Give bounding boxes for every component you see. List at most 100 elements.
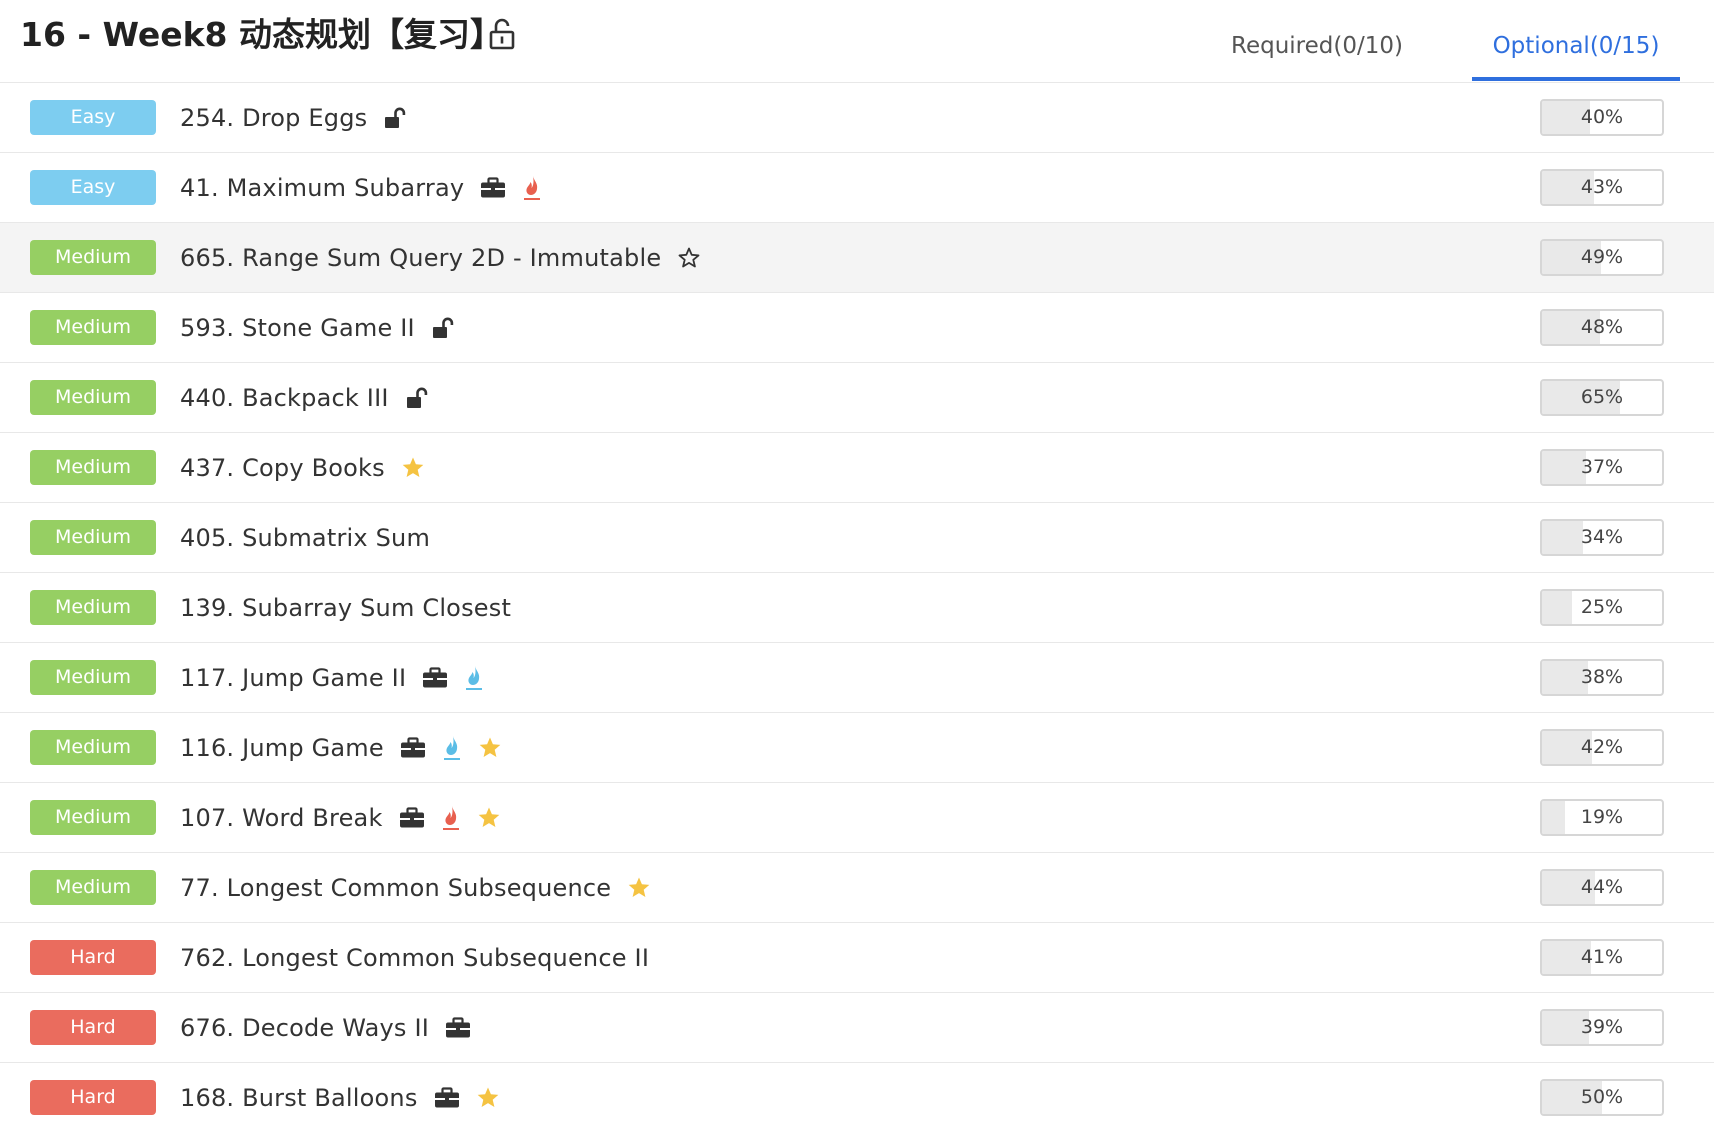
problem-row[interactable]: Easy 254. Drop Eggs 40% — [0, 83, 1714, 153]
problem-row[interactable]: Hard 762. Longest Common Subsequence II 41… — [0, 923, 1714, 993]
problem-title-group: 116. Jump Game — [180, 713, 502, 783]
flame-blue-icon — [442, 733, 462, 763]
problem-title-group: 107. Word Break — [180, 783, 501, 853]
problem-title-group: 254. Drop Eggs — [180, 83, 407, 153]
difficulty-badge: Medium — [30, 730, 156, 765]
difficulty-badge: Medium — [30, 590, 156, 625]
problem-title-link[interactable]: 254. Drop Eggs — [180, 104, 367, 132]
page-title: 16 - Week8 动态规划【复习】 — [20, 15, 503, 54]
acceptance-rate-label: 38% — [1580, 666, 1624, 688]
acceptance-rate-label: 41% — [1580, 946, 1624, 968]
page: 16 - Week8 动态规划【复习】 Required(0/10) Optio… — [0, 0, 1714, 1132]
problem-title-group: 41. Maximum Subarray — [180, 153, 542, 223]
difficulty-badge: Medium — [30, 800, 156, 835]
difficulty-badge: Easy — [30, 100, 156, 135]
difficulty-badge: Medium — [30, 520, 156, 555]
problem-title-link[interactable]: 405. Submatrix Sum — [180, 524, 430, 552]
acceptance-rate-label: 40% — [1580, 106, 1624, 128]
problem-title-group: 437. Copy Books — [180, 433, 425, 503]
problem-row[interactable]: Medium 139. Subarray Sum Closest 25% — [0, 573, 1714, 643]
active-tab-indicator — [1472, 77, 1680, 81]
problem-title-link[interactable]: 762. Longest Common Subsequence II — [180, 944, 649, 972]
star-filled-icon — [476, 1083, 500, 1113]
problem-title-link[interactable]: 77. Longest Common Subsequence — [180, 874, 611, 902]
briefcase-icon — [445, 1013, 471, 1043]
acceptance-rate-bar: 19% — [1540, 799, 1664, 836]
acceptance-rate-bar: 34% — [1540, 519, 1664, 556]
tab-optional[interactable]: Optional(0/15) — [1472, 14, 1680, 81]
acceptance-rate-bar: 40% — [1540, 99, 1664, 136]
problem-row[interactable]: Medium 665. Range Sum Query 2D - Immutabl… — [0, 223, 1714, 293]
problem-row[interactable]: Medium 437. Copy Books 37% — [0, 433, 1714, 503]
acceptance-rate-label: 42% — [1580, 736, 1624, 758]
flame-red-icon — [441, 803, 461, 833]
unlock-icon — [431, 313, 455, 343]
problem-title-link[interactable]: 676. Decode Ways II — [180, 1014, 429, 1042]
problem-list: Easy 254. Drop Eggs 40% Easy 41. Maximum Sub… — [0, 83, 1714, 1132]
acceptance-rate-bar: 43% — [1540, 169, 1664, 206]
tab-optional-label: Optional(0/15) — [1492, 33, 1660, 59]
problem-title-group: 405. Submatrix Sum — [180, 503, 430, 573]
problem-row[interactable]: Hard 676. Decode Ways II 39% — [0, 993, 1714, 1063]
problem-title-group: 593. Stone Game II — [180, 293, 455, 363]
problem-title-link[interactable]: 139. Subarray Sum Closest — [180, 594, 511, 622]
acceptance-rate-label: 19% — [1580, 806, 1624, 828]
problem-row[interactable]: Medium 107. Word Break 19% — [0, 783, 1714, 853]
flame-red-icon — [522, 173, 542, 203]
briefcase-icon — [422, 663, 448, 693]
problem-title-link[interactable]: 168. Burst Balloons — [180, 1084, 418, 1112]
acceptance-rate-label: 25% — [1580, 596, 1624, 618]
star-filled-icon — [477, 803, 501, 833]
star-filled-icon — [478, 733, 502, 763]
difficulty-badge: Hard — [30, 940, 156, 975]
problem-title-link[interactable]: 117. Jump Game II — [180, 664, 406, 692]
problem-title-link[interactable]: 665. Range Sum Query 2D - Immutable — [180, 244, 661, 272]
problem-row[interactable]: Medium 593. Stone Game II 48% — [0, 293, 1714, 363]
problem-row[interactable]: Medium 117. Jump Game II 38% — [0, 643, 1714, 713]
problem-title-link[interactable]: 440. Backpack III — [180, 384, 389, 412]
problem-row[interactable]: Hard 168. Burst Balloons 50% — [0, 1063, 1714, 1132]
acceptance-rate-label: 39% — [1580, 1016, 1624, 1038]
acceptance-rate-bar: 48% — [1540, 309, 1664, 346]
acceptance-rate-label: 48% — [1580, 316, 1624, 338]
problem-title-group: 77. Longest Common Subsequence — [180, 853, 651, 923]
acceptance-rate-bar: 41% — [1540, 939, 1664, 976]
acceptance-rate-label: 50% — [1580, 1086, 1624, 1108]
problem-title-group: 762. Longest Common Subsequence II — [180, 923, 649, 993]
acceptance-rate-bar: 39% — [1540, 1009, 1664, 1046]
problem-title-link[interactable]: 437. Copy Books — [180, 454, 385, 482]
acceptance-rate-label: 49% — [1580, 246, 1624, 268]
problem-title-link[interactable]: 116. Jump Game — [180, 734, 384, 762]
unlock-icon — [405, 383, 429, 413]
difficulty-badge: Medium — [30, 240, 156, 275]
problem-title-link[interactable]: 41. Maximum Subarray — [180, 174, 464, 202]
star-outline-icon — [677, 243, 701, 273]
star-filled-icon — [401, 453, 425, 483]
acceptance-rate-bar: 37% — [1540, 449, 1664, 486]
problem-title-group: 665. Range Sum Query 2D - Immutable — [180, 223, 701, 293]
problem-title-link[interactable]: 107. Word Break — [180, 804, 383, 832]
problem-row[interactable]: Medium 77. Longest Common Subsequence 44% — [0, 853, 1714, 923]
problem-title-link[interactable]: 593. Stone Game II — [180, 314, 415, 342]
briefcase-icon — [434, 1083, 460, 1113]
flame-blue-icon — [464, 663, 484, 693]
header: 16 - Week8 动态规划【复习】 Required(0/10) Optio… — [0, 0, 1714, 83]
acceptance-rate-label: 65% — [1580, 386, 1624, 408]
difficulty-badge: Medium — [30, 870, 156, 905]
problem-title-group: 440. Backpack III — [180, 363, 429, 433]
problem-row[interactable]: Easy 41. Maximum Subarray 43% — [0, 153, 1714, 223]
difficulty-badge: Easy — [30, 170, 156, 205]
star-filled-icon — [627, 873, 651, 903]
unlock-icon — [383, 103, 407, 133]
problem-row[interactable]: Medium 116. Jump Game 42% — [0, 713, 1714, 783]
problem-title-group: 139. Subarray Sum Closest — [180, 573, 511, 643]
acceptance-rate-label: 34% — [1580, 526, 1624, 548]
problem-title-group: 168. Burst Balloons — [180, 1063, 500, 1132]
difficulty-badge: Medium — [30, 380, 156, 415]
unlock-icon[interactable] — [487, 18, 517, 50]
problem-row[interactable]: Medium 440. Backpack III 65% — [0, 363, 1714, 433]
problem-row[interactable]: Medium 405. Submatrix Sum 34% — [0, 503, 1714, 573]
acceptance-rate-label: 44% — [1580, 876, 1624, 898]
tab-required-label: Required(0/10) — [1231, 33, 1403, 59]
tab-required[interactable]: Required(0/10) — [1222, 14, 1412, 80]
